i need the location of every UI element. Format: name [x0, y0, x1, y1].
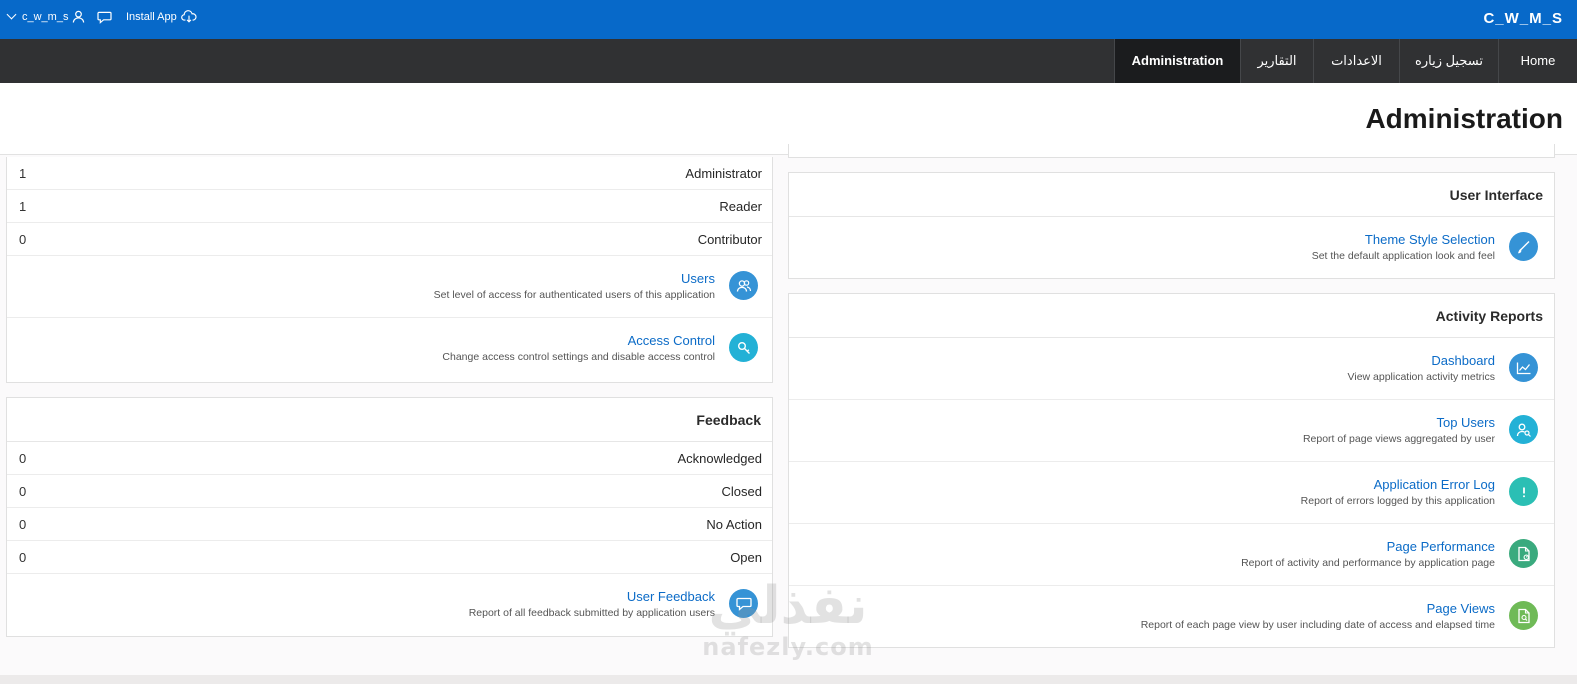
dashboard-desc: View application activity metrics: [1347, 371, 1495, 383]
link-item-theme-style[interactable]: Theme Style Selection Set the default ap…: [789, 217, 1554, 279]
nav-item-reports[interactable]: التقارير: [1240, 39, 1313, 83]
page-title: Administration: [1365, 103, 1563, 134]
role-label: Contributor: [697, 232, 762, 247]
error-log-desc: Report of errors logged by this applicat…: [1300, 495, 1495, 507]
username: c_w_m_s: [22, 10, 69, 23]
user-menu[interactable]: c_w_m_s: [6, 9, 85, 23]
link-item-page-performance[interactable]: Page Performance Report of activity and …: [789, 524, 1554, 586]
feedback-status-label: No Action: [706, 517, 762, 532]
table-row: 0 Closed: [7, 475, 772, 508]
link-item-page-views[interactable]: Page Views Report of each page view by u…: [789, 586, 1554, 648]
user-feedback-desc: Report of all feedback submitted by appl…: [468, 607, 715, 619]
card-title: Feedback: [696, 412, 761, 428]
users-desc: Set level of access for authenticated us…: [433, 289, 715, 301]
nav-item-administration[interactable]: Administration: [1114, 39, 1240, 83]
feedback-status-label: Open: [730, 550, 762, 565]
brush-icon: [1509, 232, 1538, 261]
watermark-latin: nafezly.com: [702, 633, 874, 661]
access-control-link[interactable]: Access Control: [628, 333, 715, 348]
chevron-down-icon: [6, 9, 17, 20]
table-row: 0 Open: [7, 541, 772, 574]
page-performance-icon: [1509, 539, 1538, 568]
feedback-count: 0: [19, 550, 27, 565]
link-item-error-log[interactable]: Application Error Log Report of errors l…: [789, 462, 1554, 524]
page-footer-edge: [0, 675, 1577, 684]
install-app-button[interactable]: Install App: [126, 10, 197, 23]
top-users-desc: Report of page views aggregated by user: [1302, 433, 1495, 445]
table-row: 0 Acknowledged: [7, 442, 772, 475]
users-icon: [729, 271, 758, 300]
access-control-desc: Change access control settings and disab…: [442, 351, 715, 363]
link-item-dashboard[interactable]: Dashboard View application activity metr…: [789, 338, 1554, 400]
page-performance-link[interactable]: Page Performance: [1387, 539, 1495, 554]
feedback-count: 0: [19, 484, 27, 499]
role-label: Reader: [719, 199, 762, 214]
user-interface-header: User Interface: [789, 173, 1554, 217]
watermark-arabic: نفذلي: [708, 576, 868, 636]
page-views-link[interactable]: Page Views: [1427, 601, 1495, 616]
user-interface-card: User Interface Theme Style Selection Set…: [788, 172, 1555, 279]
theme-style-link[interactable]: Theme Style Selection: [1365, 232, 1495, 247]
feedback-card: Feedback 0 Acknowledged 0 Closed 0 No Ac…: [6, 397, 773, 637]
theme-style-desc: Set the default application look and fee…: [1311, 250, 1495, 262]
feedback-header: Feedback: [7, 398, 772, 442]
nav-item-settings[interactable]: الاعدادات: [1313, 39, 1399, 83]
app-brand[interactable]: C_W_M_S: [1483, 10, 1563, 27]
feedback-count: 0: [19, 451, 27, 466]
role-count: 0: [19, 232, 27, 247]
feedback-status-label: Closed: [721, 484, 762, 499]
role-label: Administrator: [685, 166, 762, 181]
exclamation-icon: [1509, 477, 1538, 506]
card-top-stub: [788, 144, 1555, 158]
role-count: 1: [19, 199, 27, 214]
nav-item-register-visit[interactable]: تسجيل زياره: [1399, 39, 1498, 83]
link-item-users[interactable]: Users Set level of access for authentica…: [7, 256, 772, 318]
link-item-user-feedback[interactable]: User Feedback Report of all feedback sub…: [7, 574, 772, 636]
top-users-link[interactable]: Top Users: [1436, 415, 1495, 430]
link-item-access-control[interactable]: Access Control Change access control set…: [7, 318, 772, 380]
activity-reports-header: Activity Reports: [789, 294, 1554, 338]
nav-item-home[interactable]: Home: [1498, 39, 1577, 83]
card-title: Activity Reports: [1435, 308, 1543, 324]
table-row: 0 Contributor: [7, 223, 772, 256]
role-count: 1: [19, 166, 27, 181]
feedback-count: 0: [19, 517, 27, 532]
table-row: 0 No Action: [7, 508, 772, 541]
users-link[interactable]: Users: [681, 271, 715, 286]
chart-icon: [1509, 353, 1538, 382]
link-item-top-users[interactable]: Top Users Report of page views aggregate…: [789, 400, 1554, 462]
watermark: نفذلي nafezly.com: [688, 578, 888, 660]
key-icon: [729, 333, 758, 362]
dashboard-link[interactable]: Dashboard: [1431, 353, 1495, 368]
top-bar: c_w_m_s Install App C_W_M_S: [0, 0, 1577, 39]
main-nav: Administration التقارير الاعدادات تسجيل …: [0, 39, 1577, 83]
table-row: 1 Administrator: [7, 157, 772, 190]
feedback-icon[interactable]: [97, 11, 112, 24]
page-search-icon: [1509, 601, 1538, 630]
access-control-card: 1 Administrator 1 Reader 0 Contributor U…: [6, 157, 773, 383]
activity-reports-card: Activity Reports Dashboard View applicat…: [788, 293, 1555, 648]
table-row: 1 Reader: [7, 190, 772, 223]
feedback-status-label: Acknowledged: [677, 451, 762, 466]
cloud-download-icon: [180, 10, 197, 23]
page-performance-desc: Report of activity and performance by ap…: [1241, 557, 1495, 569]
page-views-desc: Report of each page view by user includi…: [1140, 619, 1495, 631]
user-search-icon: [1509, 415, 1538, 444]
card-title: User Interface: [1449, 187, 1543, 203]
error-log-link[interactable]: Application Error Log: [1374, 477, 1495, 492]
user-icon: [72, 10, 85, 23]
install-app-label: Install App: [126, 10, 177, 23]
